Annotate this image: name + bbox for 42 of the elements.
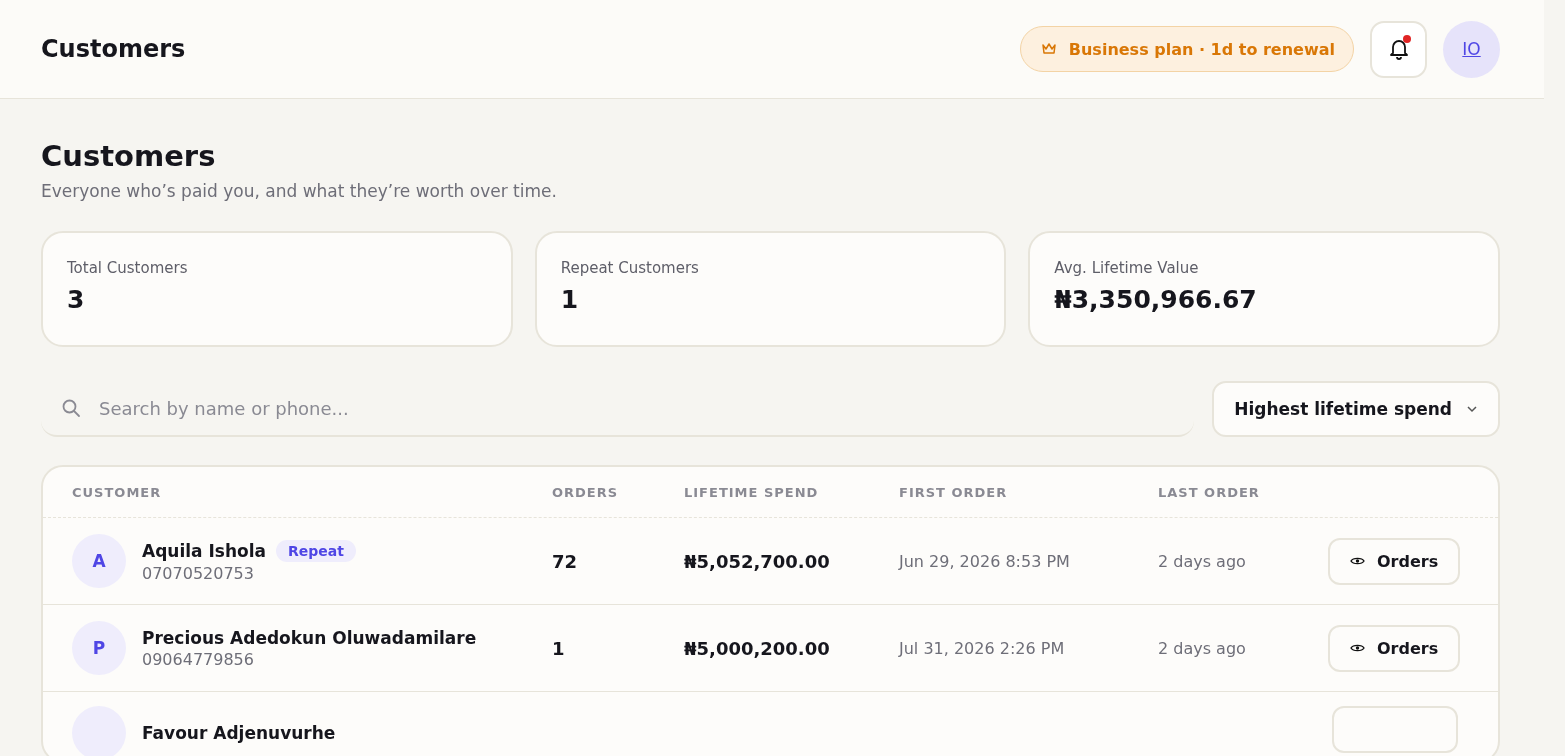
customer-avatar: P	[72, 621, 126, 675]
customer-avatar: A	[72, 534, 126, 588]
header-title: Customers	[41, 35, 186, 63]
last-order-time: 2 days ago	[1158, 551, 1247, 571]
search-field[interactable]: Search by name or phone...	[97, 396, 1175, 420]
orders-button[interactable]: Orders	[1328, 537, 1461, 585]
eye-icon	[1350, 556, 1365, 566]
stat-value: 1	[560, 285, 580, 314]
column-header: LAST ORDER	[1158, 484, 1261, 500]
sort-dropdown[interactable]: Highest lifetime spend	[1212, 381, 1500, 437]
column-header: CUSTOMER	[72, 484, 163, 500]
notifications-button[interactable]	[1370, 20, 1427, 78]
customer-name: Aquila Ishola	[142, 540, 266, 561]
user-avatar[interactable]: IO	[1443, 20, 1500, 78]
column-header: FIRST ORDER	[899, 484, 1009, 500]
orders-count: 72	[552, 550, 579, 572]
column-header: LIFETIME SPEND	[684, 484, 820, 500]
bell-icon	[1388, 38, 1409, 60]
first-order-date: Jul 31, 2026 2:26 PM	[899, 638, 1066, 658]
lifetime-spend: ₦5,000,200.00	[684, 637, 831, 659]
search-icon	[61, 398, 81, 418]
first-order-date: Jun 29, 2026 8:53 PM	[899, 551, 1071, 571]
stat-value: ₦3,350,966.67	[1054, 285, 1258, 314]
stat-value: 3	[67, 285, 86, 314]
last-order-time: 2 days ago	[1158, 638, 1247, 658]
page-title: Customers	[41, 139, 217, 173]
crown-icon	[1040, 42, 1057, 56]
customer-phone: 07070520753	[142, 563, 255, 583]
repeat-tag: Repeat	[276, 539, 356, 562]
orders-count: 1	[552, 637, 566, 659]
customer-phone: 09064779856	[142, 649, 255, 669]
orders-button[interactable]: Orders	[1328, 624, 1461, 672]
chevron-down-icon	[1466, 405, 1478, 413]
column-header: ORDERS	[552, 484, 620, 500]
stat-label: Total Customers	[67, 259, 189, 277]
stat-label: Avg. Lifetime Value	[1054, 259, 1200, 277]
page-subtitle: Everyone who’s paid you, and what they’re worth over time.	[41, 181, 558, 201]
eye-icon	[1350, 643, 1365, 653]
lifetime-spend: ₦5,052,700.00	[684, 550, 831, 572]
customer-name: Precious Adedokun Oluwadamilare	[142, 627, 477, 648]
stat-label: Repeat Customers	[560, 259, 700, 277]
customer-name: Favour Adjenuvurhe	[142, 723, 336, 743]
